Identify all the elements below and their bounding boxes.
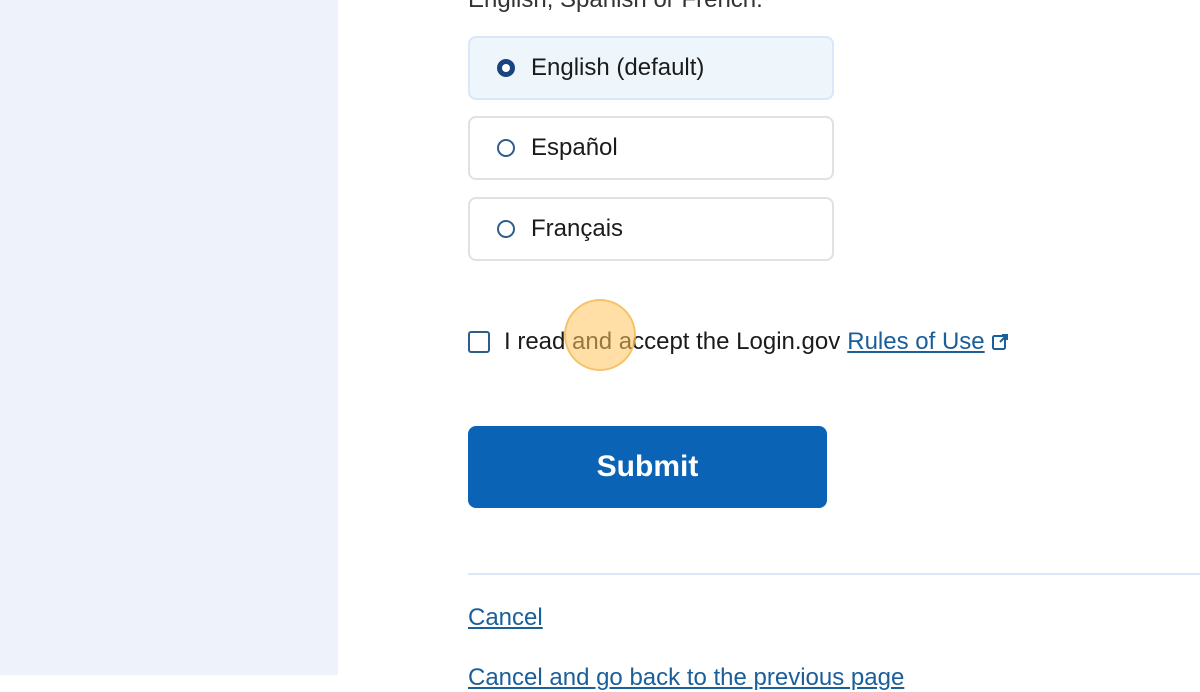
radio-unselected-icon [497, 139, 515, 157]
radio-selected-icon [497, 59, 515, 77]
terms-row: I read and accept the Login.gov Rules of… [468, 326, 1009, 358]
divider [468, 573, 1200, 575]
cancel-link[interactable]: Cancel [468, 604, 543, 632]
language-prompt-text: English, Spanish or French. [468, 0, 763, 14]
external-link-icon [991, 333, 1009, 351]
radio-option-francais[interactable]: Français [468, 197, 834, 261]
submit-button[interactable]: Submit [468, 426, 827, 508]
radio-label-francais: Français [531, 215, 624, 242]
radio-label-espanol: Español [531, 134, 618, 161]
main-content: English, Spanish or French. English (def… [338, 0, 1200, 691]
terms-text: I read and accept the Login.gov [504, 328, 841, 355]
radio-label-english: English (default) [531, 54, 705, 81]
radio-option-english[interactable]: English (default) [468, 36, 834, 100]
footer-link[interactable]: Cancel and go back to the previous page [468, 664, 904, 692]
radio-option-espanol[interactable]: Español [468, 116, 834, 180]
radio-unselected-icon [497, 220, 515, 238]
rules-of-use-link[interactable]: Rules of Use [847, 328, 984, 356]
terms-checkbox[interactable] [468, 331, 490, 353]
side-panel [0, 0, 338, 675]
